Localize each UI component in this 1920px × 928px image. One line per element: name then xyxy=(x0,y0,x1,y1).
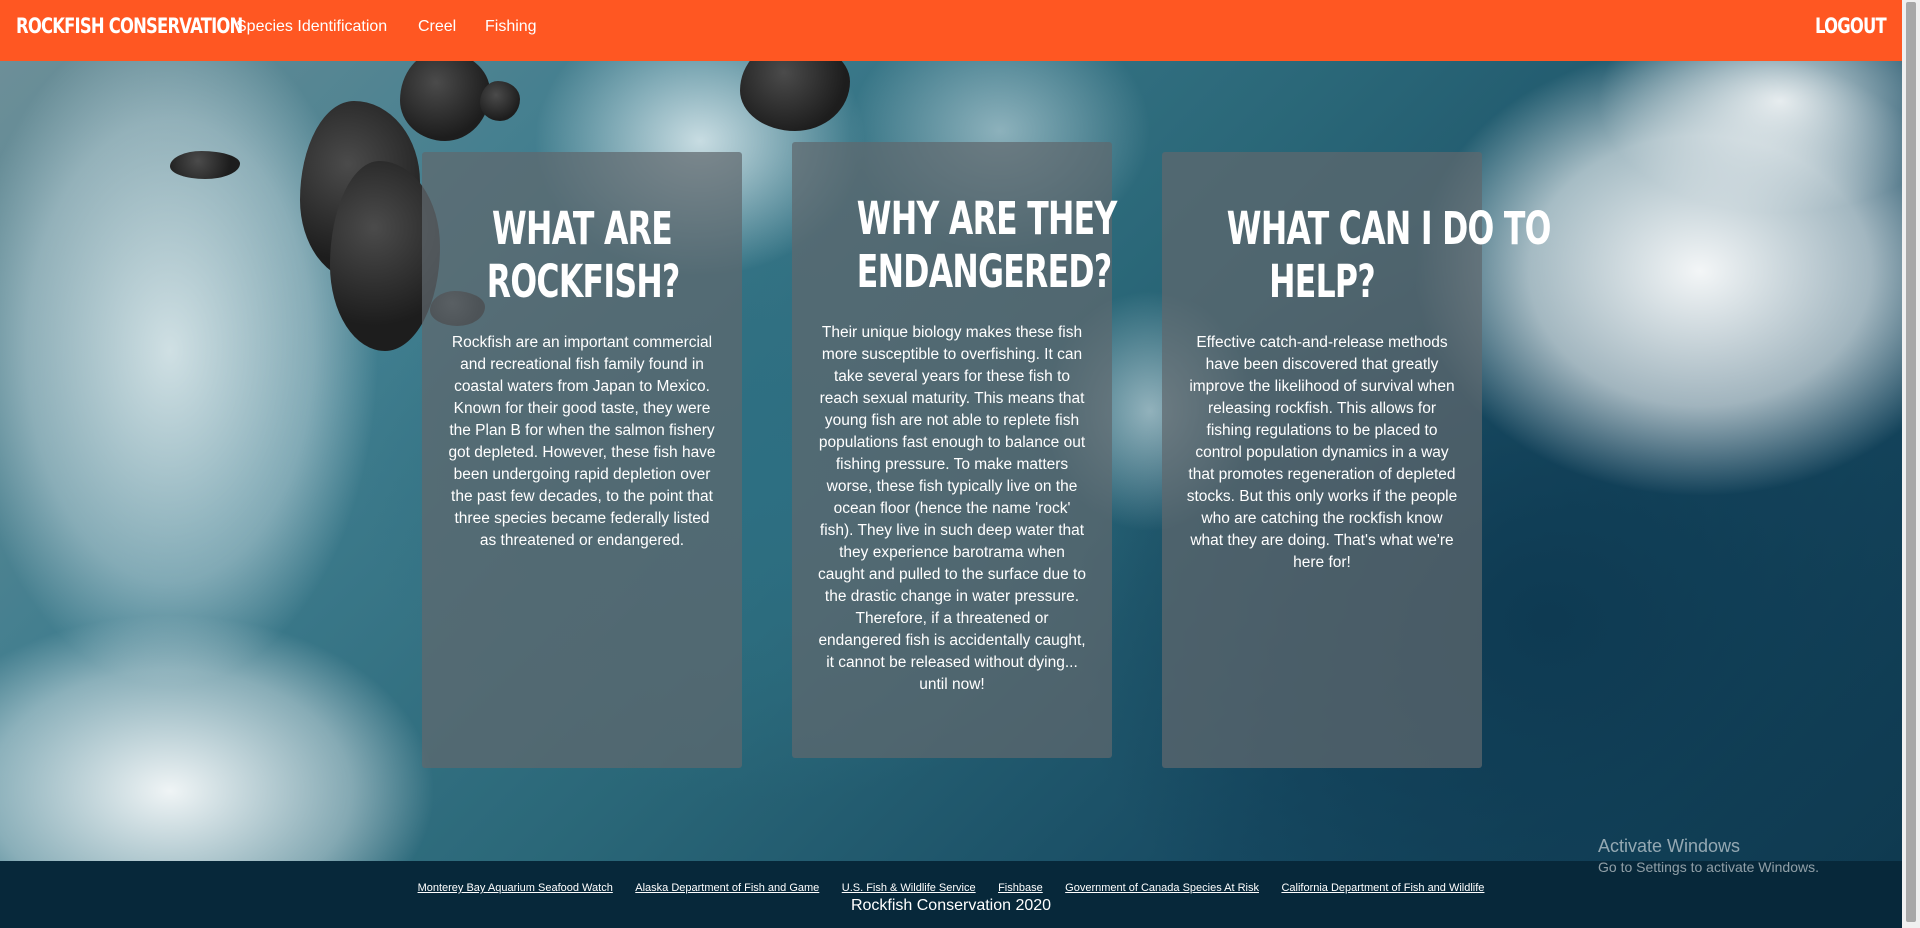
nav-link-creel[interactable]: Creel xyxy=(418,18,456,36)
footer-copyright: Rockfish Conservation 2020 xyxy=(850,897,1052,914)
card-title: WHAT ARE ROCKFISH? xyxy=(486,202,681,308)
logout-link[interactable]: LOGOUT xyxy=(1815,14,1887,38)
card-title-line: ENDANGERED? xyxy=(856,245,1112,298)
vertical-scrollbar[interactable] xyxy=(1902,0,1920,928)
card-title-line: WHY ARE THEY xyxy=(856,192,1117,245)
watermark-subtitle: Go to Settings to activate Windows. xyxy=(1598,859,1819,875)
footer-link-california-fish-wildlife[interactable]: California Department of Fish and Wildli… xyxy=(1281,882,1484,894)
info-card-what-are-rockfish: WHAT ARE ROCKFISH? Rockfish are an impor… xyxy=(422,152,742,768)
card-title: WHY ARE THEY ENDANGERED? xyxy=(856,192,1117,298)
top-navbar: ROCKFISH CONSERVATION Species Identifica… xyxy=(0,0,1902,61)
card-body-text: Their unique biology makes these fish mo… xyxy=(817,324,1086,693)
rock-formation xyxy=(170,151,240,179)
activate-windows-watermark: Activate Windows Go to Settings to activ… xyxy=(1598,835,1819,877)
footer-link-us-fish-wildlife[interactable]: U.S. Fish & Wildlife Service xyxy=(842,882,976,894)
nav-link-species-identification[interactable]: Species Identification xyxy=(236,18,387,36)
footer-link-fishbase[interactable]: Fishbase xyxy=(998,882,1043,894)
card-title: WHAT CAN I DO TO HELP? xyxy=(1226,202,1552,308)
scrollbar-thumb[interactable] xyxy=(1906,2,1916,922)
card-title-line: HELP? xyxy=(1269,255,1376,308)
rock-formation xyxy=(400,61,490,141)
card-body-text: Effective catch-and-release methods have… xyxy=(1186,334,1458,571)
card-title-line: WHAT ARE xyxy=(491,202,673,255)
footer-link-canada-species-at-risk[interactable]: Government of Canada Species At Risk xyxy=(1065,882,1259,894)
footer-links: Monterey Bay Aquarium Seafood Watch Alas… xyxy=(0,878,1902,896)
card-title-line: WHAT CAN I DO TO xyxy=(1226,202,1552,255)
info-card-how-to-help: WHAT CAN I DO TO HELP? Effective catch-a… xyxy=(1162,152,1552,768)
footer-link-monterey-bay-aquarium[interactable]: Monterey Bay Aquarium Seafood Watch xyxy=(418,882,613,894)
rock-formation xyxy=(740,61,850,131)
rock-formation xyxy=(480,81,520,121)
brand-link[interactable]: ROCKFISH CONSERVATION xyxy=(16,14,243,38)
info-card-why-endangered: WHY ARE THEY ENDANGERED? Their unique bi… xyxy=(792,142,1117,758)
nav-link-fishing[interactable]: Fishing xyxy=(485,18,537,36)
footer-link-alaska-fish-and-game[interactable]: Alaska Department of Fish and Game xyxy=(635,882,819,894)
card-title-line: ROCKFISH? xyxy=(486,255,681,308)
watermark-title: Activate Windows xyxy=(1598,836,1741,856)
card-body-text: Rockfish are an important commercial and… xyxy=(448,334,716,549)
